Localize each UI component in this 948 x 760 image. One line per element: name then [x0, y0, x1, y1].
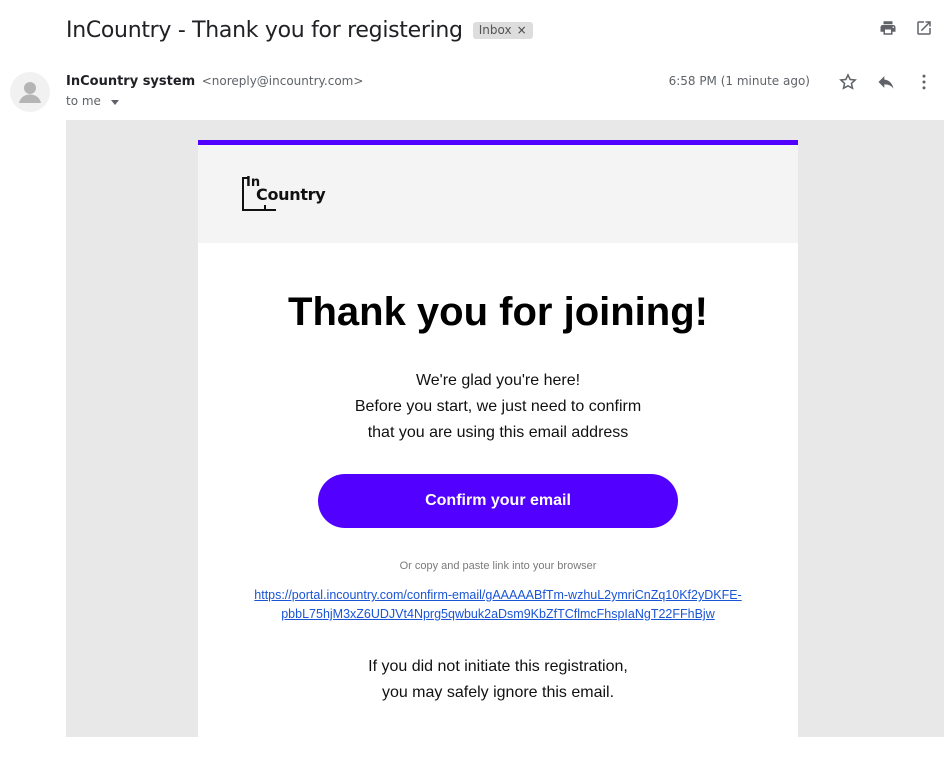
confirm-email-button[interactable]: Confirm your email [318, 474, 678, 528]
open-in-new-window-icon[interactable] [914, 18, 934, 38]
chevron-down-icon[interactable] [110, 99, 119, 105]
sender-name[interactable]: InCountry system [66, 74, 195, 89]
incountry-logo: In Country [242, 173, 326, 217]
ignore-notice: If you did not initiate this registratio… [198, 654, 798, 706]
welcome-line-2: Before you start, we just need to confir… [354, 398, 642, 415]
welcome-message: We're glad you're here! Before you start… [198, 368, 798, 446]
email-body-background: In Country Thank you for joining! We're … [66, 120, 944, 760]
inbox-label-text: Inbox [478, 22, 512, 37]
welcome-line-1: We're glad you're here! [415, 372, 581, 389]
remove-label-icon[interactable]: × [517, 23, 527, 37]
welcome-heading: Thank you for joining! [288, 290, 708, 334]
copy-link-note: Or copy and paste link into your browser [399, 560, 597, 572]
email-card: In Country Thank you for joining! We're … [198, 140, 798, 760]
email-subject: InCountry - Thank you for registering [66, 17, 463, 43]
email-timestamp: 6:58 PM (1 minute ago) [668, 74, 810, 88]
logo-country-text: Country [256, 185, 326, 204]
message-actions [838, 72, 934, 92]
printer-icon[interactable] [878, 18, 898, 38]
confirm-email-link[interactable]: https://portal.incountry.com/confirm-ema… [228, 586, 768, 624]
star-icon[interactable] [838, 72, 858, 92]
thread-actions [878, 18, 934, 38]
ignore-notice-line-1: If you did not initiate this registratio… [368, 658, 628, 675]
email-subject-row: InCountry - Thank you for registering In… [66, 14, 533, 46]
email-header: In Country [198, 145, 798, 243]
reply-icon[interactable] [876, 72, 896, 92]
more-vertical-icon[interactable] [914, 72, 934, 92]
confirm-link-line-1[interactable]: https://portal.incountry.com/confirm-ema… [228, 586, 768, 605]
recipient-row: to me [66, 94, 119, 108]
person-icon [19, 82, 41, 103]
sender-email: <noreply@incountry.com> [201, 74, 364, 88]
sender-avatar[interactable] [10, 72, 50, 112]
inbox-label-chip[interactable]: Inbox × [472, 21, 533, 39]
ignore-notice-line-2: you may safely ignore this email. [381, 684, 615, 701]
welcome-line-3: that you are using this email address [367, 424, 629, 441]
confirm-link-line-2[interactable]: pbbL75hjM3xZ6UDJVt4Nprg5qwbuk2aDsm9KbZfT… [228, 605, 768, 624]
sender-info: InCountry system <noreply@incountry.com> [66, 73, 363, 89]
recipient-label: to me [66, 94, 101, 108]
